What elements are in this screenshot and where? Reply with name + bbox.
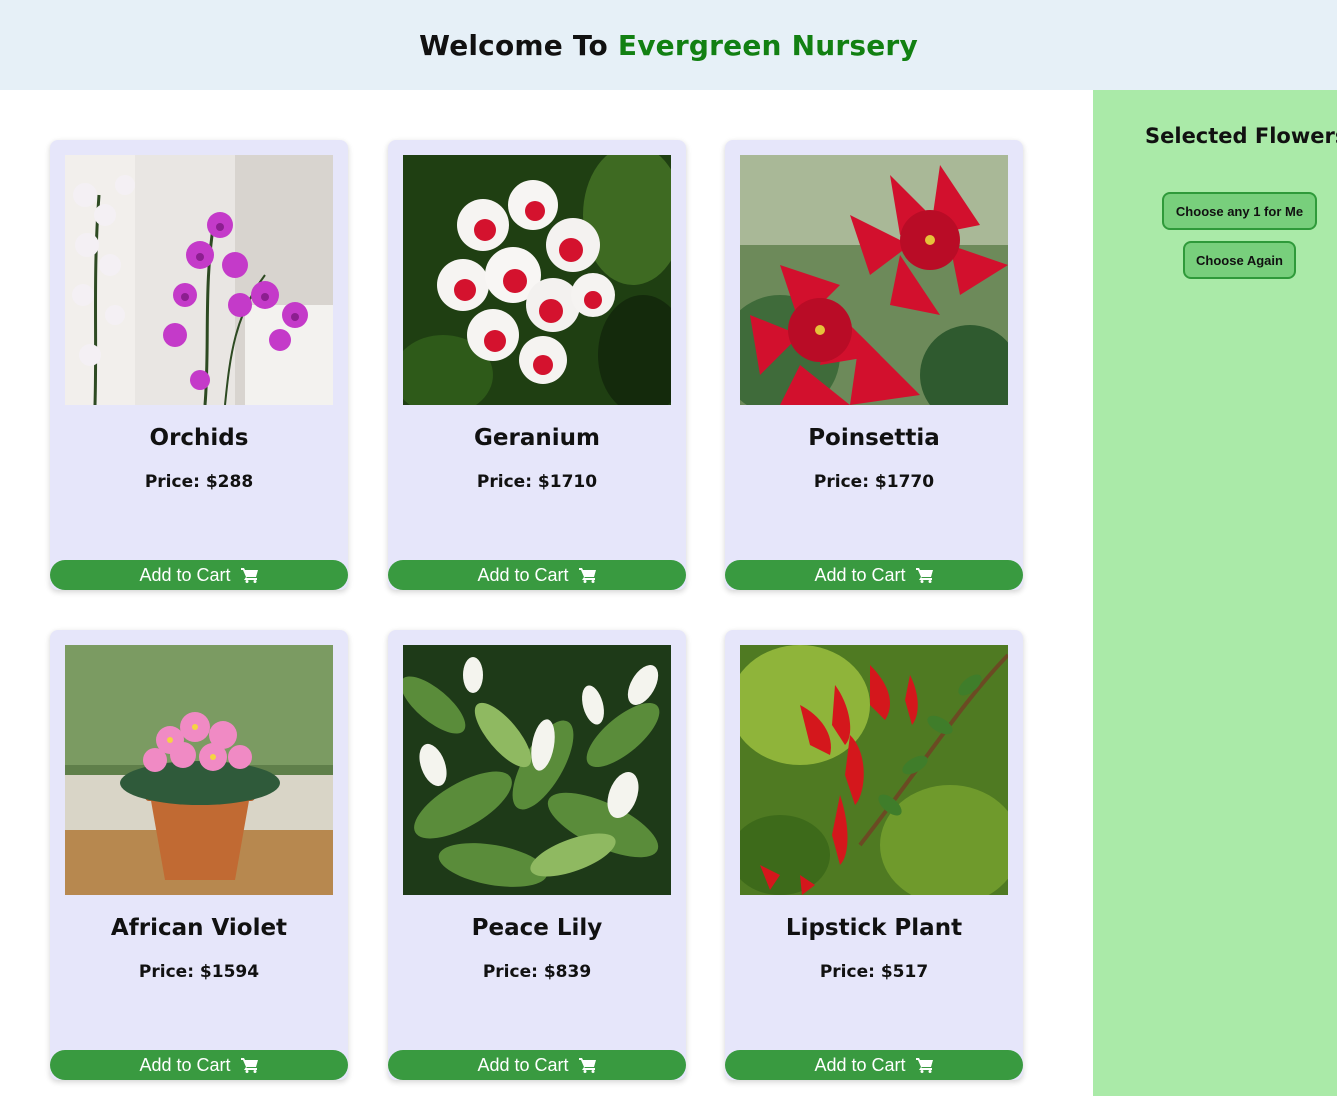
add-to-cart-label: Add to Cart xyxy=(139,1054,231,1075)
poinsettia-image xyxy=(740,155,1008,405)
product-grid: Orchids Price: $288 Add to Cart Geranium… xyxy=(0,90,1093,1096)
add-to-cart-label: Add to Cart xyxy=(814,1054,906,1075)
sidebar-title: Selected Flowers xyxy=(1145,124,1337,148)
add-to-cart-button[interactable]: Add to Cart xyxy=(725,560,1023,590)
choose-random-button[interactable]: Choose any 1 for Me xyxy=(1162,192,1317,230)
product-card-geranium: Geranium Price: $1710 Add to Cart xyxy=(388,140,686,590)
product-price: Price: $1594 xyxy=(138,962,260,982)
lipstick-plant-image xyxy=(740,645,1008,895)
shopping-cart-icon xyxy=(915,568,933,583)
add-to-cart-button[interactable]: Add to Cart xyxy=(50,560,348,590)
product-name: Orchids xyxy=(149,425,249,451)
geranium-image xyxy=(403,155,671,405)
african-violet-image xyxy=(65,645,333,895)
add-to-cart-label: Add to Cart xyxy=(139,564,231,585)
add-to-cart-label: Add to Cart xyxy=(477,1054,569,1075)
product-card-poinsettia: Poinsettia Price: $1770 Add to Cart xyxy=(725,140,1023,590)
product-name: African Violet xyxy=(110,915,288,941)
brand-name: Evergreen Nursery xyxy=(617,28,918,62)
add-to-cart-button[interactable]: Add to Cart xyxy=(725,1050,1023,1080)
product-card-african-violet: African Violet Price: $1594 Add to Cart xyxy=(50,630,348,1080)
product-card-lipstick-plant: Lipstick Plant Price: $517 Add to Cart xyxy=(725,630,1023,1080)
orchids-image xyxy=(65,155,333,405)
page-title: Welcome To Evergreen Nursery xyxy=(419,29,918,62)
product-price: Price: $288 xyxy=(144,472,254,492)
product-price: Price: $839 xyxy=(482,962,592,982)
add-to-cart-button[interactable]: Add to Cart xyxy=(388,560,686,590)
product-name: Geranium xyxy=(474,425,600,451)
product-card-peace-lily: Peace Lily Price: $839 Add to Cart xyxy=(388,630,686,1080)
product-price: Price: $1710 xyxy=(476,472,598,492)
shopping-cart-icon xyxy=(240,568,258,583)
add-to-cart-button[interactable]: Add to Cart xyxy=(50,1050,348,1080)
product-price: Price: $517 xyxy=(819,962,929,982)
selected-flowers-sidebar: Selected Flowers Choose any 1 for Me Cho… xyxy=(1093,90,1337,1096)
product-card-orchids: Orchids Price: $288 Add to Cart xyxy=(50,140,348,590)
title-prefix: Welcome To xyxy=(419,28,618,62)
peace-lily-image xyxy=(403,645,671,895)
add-to-cart-button[interactable]: Add to Cart xyxy=(388,1050,686,1080)
choose-again-button[interactable]: Choose Again xyxy=(1183,241,1296,279)
product-name: Poinsettia xyxy=(808,425,940,451)
add-to-cart-label: Add to Cart xyxy=(814,564,906,585)
shopping-cart-icon xyxy=(240,1058,258,1073)
product-name: Peace Lily xyxy=(471,915,603,941)
product-name: Lipstick Plant xyxy=(785,915,963,941)
product-price: Price: $1770 xyxy=(813,472,935,492)
shopping-cart-icon xyxy=(915,1058,933,1073)
page-header: Welcome To Evergreen Nursery xyxy=(0,0,1337,90)
shopping-cart-icon xyxy=(578,568,596,583)
add-to-cart-label: Add to Cart xyxy=(477,564,569,585)
shopping-cart-icon xyxy=(578,1058,596,1073)
